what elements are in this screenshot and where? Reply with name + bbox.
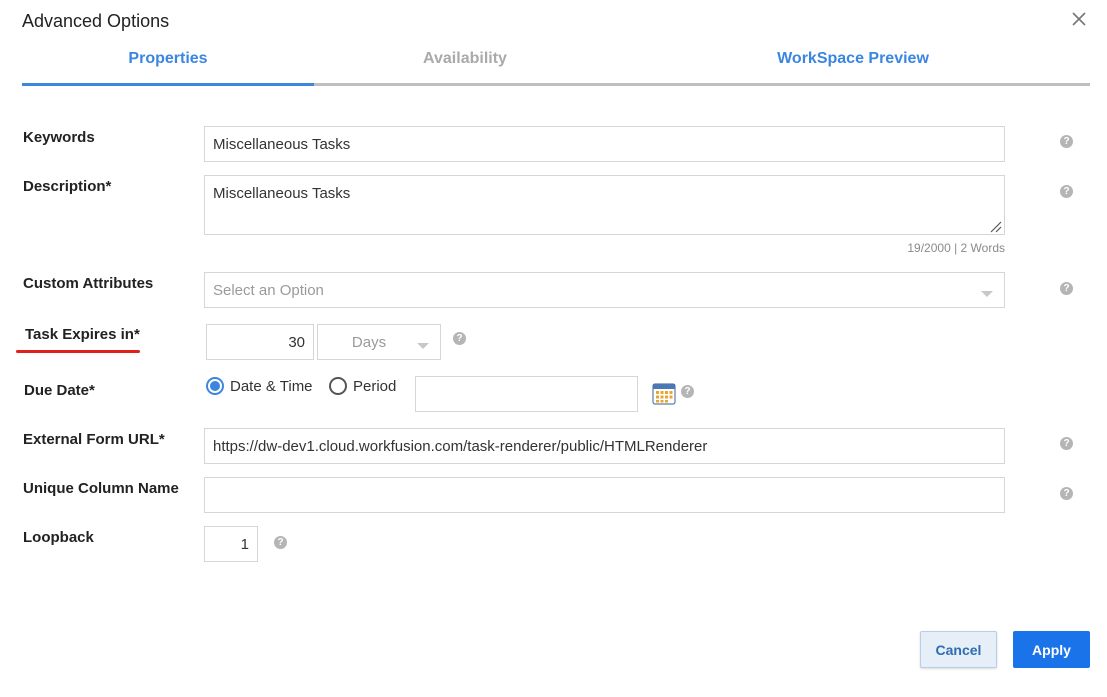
help-icon[interactable]: ? [1060,185,1073,198]
unique-column-name-input[interactable] [204,477,1005,513]
custom-attributes-select[interactable]: Select an Option [204,272,1005,308]
radio-date-time-label: Date & Time [230,378,313,395]
close-icon[interactable] [1070,10,1088,28]
active-tab-indicator [22,83,314,86]
radio-period[interactable] [329,377,347,395]
description-textarea[interactable]: Miscellaneous Tasks [204,175,1005,235]
custom-attributes-placeholder: Select an Option [213,281,324,299]
due-date-input[interactable] [415,376,638,412]
keywords-input[interactable]: Miscellaneous Tasks [204,126,1005,162]
help-icon[interactable]: ? [1060,135,1073,148]
help-icon[interactable]: ? [453,332,466,345]
help-icon[interactable]: ? [1060,282,1073,295]
help-icon[interactable]: ? [274,536,287,549]
loopback-label: Loopback [23,529,94,546]
due-date-label: Due Date* [24,382,95,399]
help-icon[interactable]: ? [1060,437,1073,450]
calendar-icon[interactable] [652,383,676,405]
radio-period-label: Period [353,378,397,395]
custom-attributes-label: Custom Attributes [23,275,154,292]
tab-workspace-preview[interactable]: WorkSpace Preview [616,50,1090,68]
help-icon[interactable]: ? [1060,487,1073,500]
radio-date-time[interactable] [206,377,224,395]
loopback-input[interactable]: 1 [204,526,258,562]
task-expires-label: Task Expires in* [25,326,140,343]
external-form-url-input[interactable]: https://dw-dev1.cloud.workfusion.com/tas… [204,428,1005,464]
dropdown-caret-icon[interactable] [981,286,993,297]
description-label: Description* [23,178,112,195]
apply-button[interactable]: Apply [1013,631,1090,668]
resize-handle-icon[interactable] [988,219,1002,233]
tab-availability: Availability [423,50,507,67]
description-counter: 19/2000 | 2 Words [907,241,1005,255]
help-icon[interactable]: ? [681,385,694,398]
dropdown-caret-icon[interactable] [417,338,429,349]
keywords-label: Keywords [23,129,95,146]
task-expires-unit: Days [351,333,387,351]
highlight-underline [16,350,140,353]
task-expires-value[interactable]: 30 [206,324,314,360]
external-form-url-label: External Form URL* [23,431,165,448]
tab-properties[interactable]: Properties [22,50,314,68]
cancel-button[interactable]: Cancel [920,631,997,668]
dialog-title: Advanced Options [22,11,170,31]
unique-column-name-label: Unique Column Name [23,480,179,497]
